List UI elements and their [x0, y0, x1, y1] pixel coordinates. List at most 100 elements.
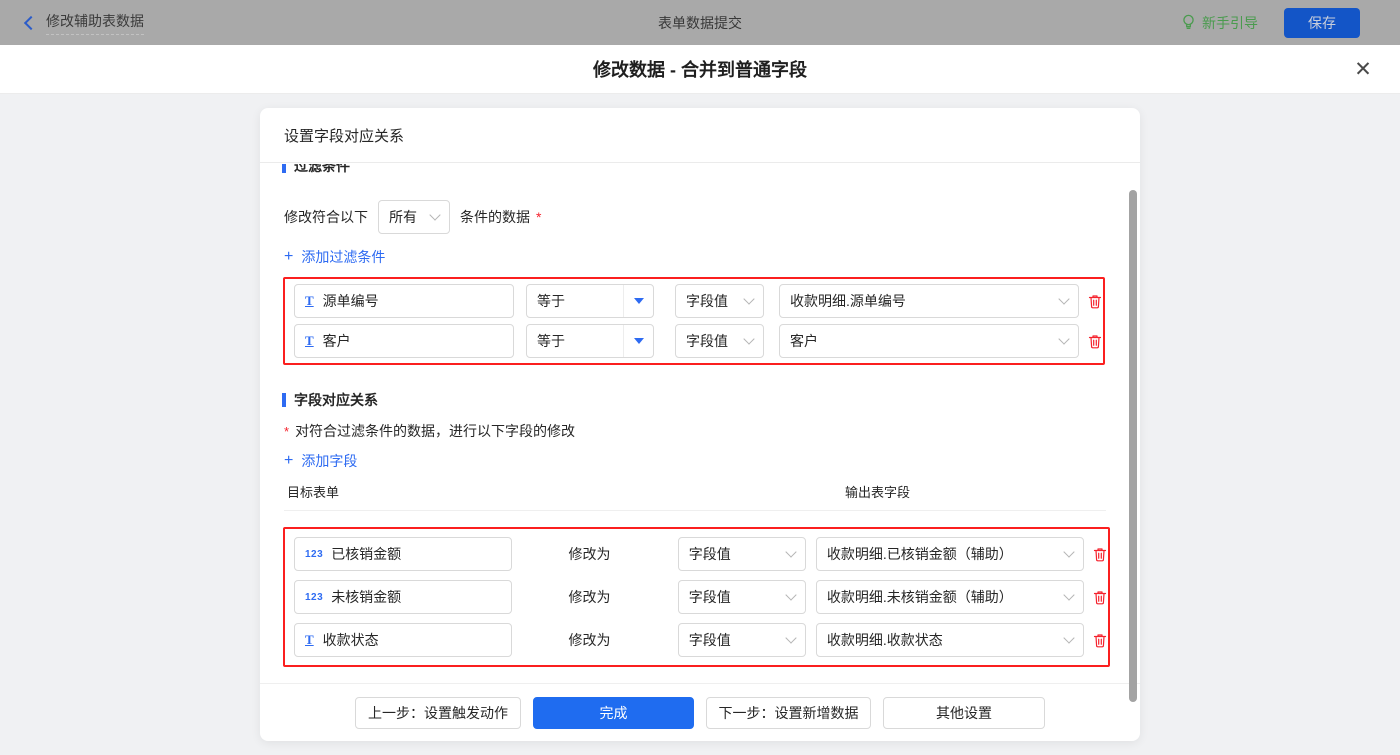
close-button[interactable]: ✕ — [1350, 57, 1376, 83]
delete-mapping-button[interactable] — [1092, 632, 1108, 649]
value-type-value: 字段值 — [686, 331, 728, 351]
modify-as-label: 修改为 — [568, 544, 667, 564]
back-label: 修改辅助表数据 — [46, 11, 144, 35]
chevron-down-icon — [785, 589, 796, 600]
filter-field-name: 源单编号 — [323, 291, 379, 311]
filter-field-input[interactable]: T 源单编号 — [294, 284, 514, 318]
delete-mapping-button[interactable] — [1092, 546, 1108, 563]
output-field-value: 收款明细.已核销金额（辅助） — [827, 544, 1013, 564]
value-type-select[interactable]: 字段值 — [678, 537, 806, 571]
column-target-form: 目标表单 — [287, 485, 339, 500]
filter-field-name: 客户 — [323, 331, 351, 351]
caret-down-icon — [634, 298, 644, 304]
required-asterisk: * — [536, 209, 541, 225]
value-type-select[interactable]: 字段值 — [678, 623, 806, 657]
target-field-name: 已核销金额 — [331, 544, 401, 564]
chevron-down-icon — [785, 632, 796, 643]
trash-icon — [1087, 293, 1103, 310]
output-field-select[interactable]: 收款明细.已核销金额（辅助） — [816, 537, 1084, 571]
save-button[interactable]: 保存 — [1284, 8, 1360, 38]
plus-icon: + — [284, 453, 293, 469]
filter-section-title: 过滤条件 — [294, 164, 350, 175]
number-field-icon: 123 — [305, 592, 323, 603]
caret-down-icon — [634, 338, 644, 344]
mapping-description: * 对符合过滤条件的数据，进行以下字段的修改 — [284, 421, 575, 441]
delete-mapping-button[interactable] — [1092, 589, 1108, 606]
back-button[interactable]: 修改辅助表数据 — [26, 11, 144, 35]
value-type-value: 字段值 — [689, 587, 731, 607]
filter-conditions-highlight-box: T 源单编号 等于 字段值 收款明细.源单编号 — [283, 277, 1105, 365]
filter-value-select[interactable]: 客户 — [779, 324, 1079, 358]
prev-step-button[interactable]: 上一步：设置触发动作 — [355, 697, 521, 729]
target-field-input[interactable]: 123 已核销金额 — [294, 537, 512, 571]
chevron-down-icon — [429, 209, 440, 220]
target-field-name: 未核销金额 — [331, 587, 401, 607]
filter-section-title-clipped: 过滤条件 — [282, 164, 582, 175]
mapping-row: T 收款状态 修改为 字段值 收款明细.收款状态 — [292, 623, 1108, 657]
trash-icon — [1092, 632, 1108, 649]
chevron-down-icon — [1063, 589, 1074, 600]
match-type-select[interactable]: 所有 — [378, 200, 450, 234]
filter-value-select[interactable]: 收款明细.源单编号 — [779, 284, 1079, 318]
filter-row: T 源单编号 等于 字段值 收款明细.源单编号 — [292, 284, 1103, 318]
modify-as-label: 修改为 — [568, 630, 667, 650]
scrollbar-thumb[interactable] — [1129, 190, 1137, 702]
value-type-select[interactable]: 字段值 — [678, 580, 806, 614]
value-type-value: 字段值 — [689, 630, 731, 650]
chevron-down-icon — [743, 333, 754, 344]
match-suffix: 条件的数据 — [460, 207, 530, 227]
dialog-title: 修改数据 - 合并到普通字段 — [593, 56, 807, 82]
delete-filter-button[interactable] — [1087, 293, 1103, 310]
chevron-down-icon — [1063, 546, 1074, 557]
close-icon: ✕ — [1354, 58, 1372, 81]
output-field-value: 收款明细.未核销金额（辅助） — [827, 587, 1013, 607]
trash-icon — [1087, 333, 1103, 350]
match-type-value: 所有 — [389, 207, 417, 227]
text-field-icon: T — [305, 293, 314, 309]
divider — [260, 683, 1140, 684]
done-button[interactable]: 完成 — [533, 697, 694, 729]
mapping-row: 123 已核销金额 修改为 字段值 收款明细.已核销金额（辅助） — [292, 537, 1108, 571]
operator-select[interactable]: 等于 — [526, 284, 654, 318]
section-bar — [282, 393, 286, 407]
mapping-description-text: 对符合过滤条件的数据，进行以下字段的修改 — [295, 423, 575, 439]
required-asterisk: * — [284, 424, 289, 439]
field-mapping-panel: 设置字段对应关系 过滤条件 修改符合以下 所有 条件的数据 * + 添加过滤条件… — [260, 108, 1140, 741]
field-mapping-highlight-box: 123 已核销金额 修改为 字段值 收款明细.已核销金额（辅助） 123 未核销 — [283, 527, 1110, 667]
target-field-input[interactable]: 123 未核销金额 — [294, 580, 512, 614]
target-field-name: 收款状态 — [323, 630, 379, 650]
output-field-select[interactable]: 收款明细.收款状态 — [816, 623, 1084, 657]
output-field-select[interactable]: 收款明细.未核销金额（辅助） — [816, 580, 1084, 614]
mapping-section-title: 字段对应关系 — [294, 390, 378, 410]
guide-label: 新手引导 — [1202, 13, 1258, 33]
delete-filter-button[interactable] — [1087, 333, 1103, 350]
chevron-down-icon — [743, 293, 754, 304]
filter-field-input[interactable]: T 客户 — [294, 324, 514, 358]
modify-as-label: 修改为 — [568, 587, 667, 607]
section-bar — [282, 164, 286, 173]
chevron-down-icon — [1058, 293, 1069, 304]
text-field-icon: T — [305, 632, 314, 648]
lightbulb-icon — [1181, 14, 1196, 31]
trash-icon — [1092, 589, 1108, 606]
operator-value: 等于 — [527, 291, 623, 311]
topbar: 修改辅助表数据 表单数据提交 新手引导 保存 — [0, 0, 1400, 45]
other-settings-button[interactable]: 其他设置 — [883, 697, 1045, 729]
value-type-select[interactable]: 字段值 — [675, 324, 764, 358]
mapping-section-header: 字段对应关系 — [282, 390, 378, 410]
value-type-value: 字段值 — [686, 291, 728, 311]
chevron-down-icon — [1063, 632, 1074, 643]
add-field-link[interactable]: + 添加字段 — [284, 451, 357, 471]
match-condition-row: 修改符合以下 所有 条件的数据 * — [284, 200, 541, 234]
operator-select[interactable]: 等于 — [526, 324, 654, 358]
add-filter-condition-link[interactable]: + 添加过滤条件 — [284, 247, 385, 267]
divider — [284, 510, 1106, 511]
beginner-guide-button[interactable]: 新手引导 — [1181, 13, 1258, 33]
filter-row: T 客户 等于 字段值 客户 — [292, 324, 1103, 358]
value-type-select[interactable]: 字段值 — [675, 284, 764, 318]
target-field-input[interactable]: T 收款状态 — [294, 623, 512, 657]
match-prefix: 修改符合以下 — [284, 207, 368, 227]
plus-icon: + — [284, 249, 293, 265]
next-step-button[interactable]: 下一步：设置新增数据 — [706, 697, 871, 729]
mapping-row: 123 未核销金额 修改为 字段值 收款明细.未核销金额（辅助） — [292, 580, 1108, 614]
